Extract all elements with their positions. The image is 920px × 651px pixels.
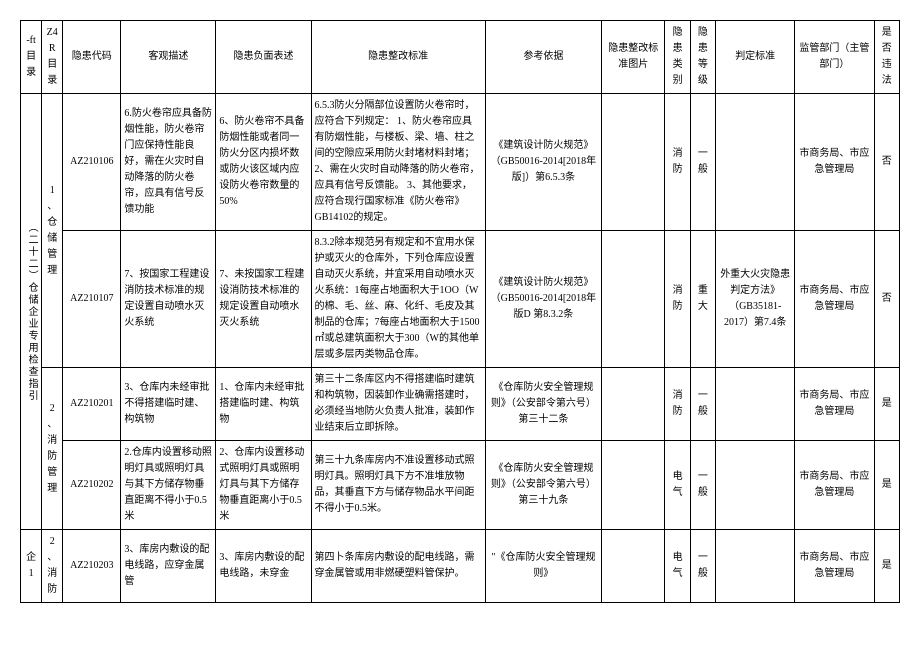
code-cell: AZ210106 <box>63 94 121 231</box>
header-col8: 隐患类别 <box>665 21 690 94</box>
img-cell <box>602 441 665 530</box>
section-label-1: 1、仓储管理 <box>42 94 63 368</box>
lvl-cell: 一般 <box>690 368 715 441</box>
header-col5: 隐患整改标准 <box>311 21 485 94</box>
table-row: （二十二）仓储企业专用检查指引 1、仓储管理 AZ210106 6.防火卷帘应具… <box>21 94 900 231</box>
cat-cell: 电气 <box>665 530 690 603</box>
judge-cell <box>716 530 795 603</box>
ref-cell: "《仓库防火安全管理规则》 <box>485 530 601 603</box>
code-cell: AZ210202 <box>63 441 121 530</box>
code-cell: AZ210107 <box>63 231 121 368</box>
header-col6: 参考依据 <box>485 21 601 94</box>
std-cell: 6.5.3防火分隔部位设置防火卷帘时，应符合下列规定： 1、防火卷帘应具有防烟性… <box>311 94 485 231</box>
header-row: -ft 目录 Z4R 目录 隐患代码 客观描述 隐患负面表述 隐患整改标准 参考… <box>21 21 900 94</box>
neg-cell: 7、未按国家工程建设消防技术标准的规定设置自动喷水灭火系统 <box>216 231 311 368</box>
std-cell: 第三十九条库房内不准设置移动式照明灯具。照明灯具下方不准堆放物品，其垂直下方与储… <box>311 441 485 530</box>
neg-cell: 1、仓库内未经审批搭建临时建、构筑物 <box>216 368 311 441</box>
header-col9: 隐患等级 <box>690 21 715 94</box>
inspection-table: -ft 目录 Z4R 目录 隐患代码 客观描述 隐患负面表述 隐患整改标准 参考… <box>20 20 900 603</box>
cat-cell: 消防 <box>665 231 690 368</box>
header-col2: 隐患代码 <box>63 21 121 94</box>
law-cell: 是 <box>874 368 899 441</box>
lvl-cell: 一般 <box>690 441 715 530</box>
header-col1: Z4R 目录 <box>42 21 63 94</box>
neg-cell: 6、防火卷帘不具备防烟性能或者同一防火分区内损坏数或防火该区域内应设防火卷帘数量… <box>216 94 311 231</box>
cat-cell: 电气 <box>665 441 690 530</box>
dept-cell: 市商务局、市应急管理局 <box>795 368 874 441</box>
judge-cell <box>716 368 795 441</box>
lvl-cell: 重大 <box>690 231 715 368</box>
ref-cell: 《仓库防火安全管理规则》（公安部令第六号）第三十二条 <box>485 368 601 441</box>
header-col4: 隐患负面表述 <box>216 21 311 94</box>
header-col12: 是否违法 <box>874 21 899 94</box>
desc-cell: 3、库房内敷设的配电线路，应穿金属管 <box>121 530 216 603</box>
img-cell <box>602 368 665 441</box>
neg-cell: 3、库房内敷设的配电线路，未穿金 <box>216 530 311 603</box>
law-cell: 是 <box>874 530 899 603</box>
law-cell: 是 <box>874 441 899 530</box>
ref-cell: 《建筑设计防火规范》（GB50016-2014[2018年版D 第8.3.2条 <box>485 231 601 368</box>
section-label-2: 2、消防管理 <box>42 368 63 530</box>
desc-cell: 3、仓库内未经审批不得搭建临时建、构筑物 <box>121 368 216 441</box>
img-cell <box>602 530 665 603</box>
cat-cell: 消防 <box>665 94 690 231</box>
dept-cell: 市商务局、市应急管理局 <box>795 94 874 231</box>
std-cell: 第四卜条库房内敷设的配电线路，需穿金属管或用非燃硬塑料管保护。 <box>311 530 485 603</box>
dept-cell: 市商务局、市应急管理局 <box>795 231 874 368</box>
neg-cell: 2、仓库内设置移动式照明灯具或照明灯具与其下方储存物垂直距离小于0.5米 <box>216 441 311 530</box>
header-col3: 客观描述 <box>121 21 216 94</box>
table-row: AZ210202 2.仓库内设置移动照明灯具或照明灯具与其下方储存物垂直距离不得… <box>21 441 900 530</box>
img-cell <box>602 94 665 231</box>
ref-cell: 《仓库防火安全管理规则》（公安部令第六号）第三十九条 <box>485 441 601 530</box>
table-row: 企1 2、消防 AZ210203 3、库房内敷设的配电线路，应穿金属管 3、库房… <box>21 530 900 603</box>
header-col10: 判定标准 <box>716 21 795 94</box>
header-col11: 监管部门（主管部门） <box>795 21 874 94</box>
left-category-label: （二十二）仓储企业专用检查指引 <box>21 94 42 530</box>
ref-cell: 《建筑设计防火规范》（GB50016-2014[2018年版]）第6.5.3条 <box>485 94 601 231</box>
lvl-cell: 一般 <box>690 94 715 231</box>
section-label-4: 2、消防 <box>42 530 63 603</box>
header-col0: -ft 目录 <box>21 21 42 94</box>
table-row: 2、消防管理 AZ210201 3、仓库内未经审批不得搭建临时建、构筑物 1、仓… <box>21 368 900 441</box>
cat-cell: 消防 <box>665 368 690 441</box>
law-cell: 否 <box>874 94 899 231</box>
section-label-3: 企1 <box>21 530 42 603</box>
lvl-cell: 一般 <box>690 530 715 603</box>
judge-cell <box>716 441 795 530</box>
code-cell: AZ210201 <box>63 368 121 441</box>
desc-cell: 6.防火卷帘应具备防烟性能，防火卷帘门应保持性能良好，需在火灾时自动降落的防火卷… <box>121 94 216 231</box>
dept-cell: 市商务局、市应急管理局 <box>795 441 874 530</box>
code-cell: AZ210203 <box>63 530 121 603</box>
table-row: AZ210107 7、按国家工程建设消防技术标准的规定设置自动喷水灭火系统 7、… <box>21 231 900 368</box>
dept-cell: 市商务局、市应急管理局 <box>795 530 874 603</box>
std-cell: 第三十二条库区内不得搭建临时建筑和构筑物，因装卸作业确需搭建时，必须经当地防火负… <box>311 368 485 441</box>
header-col7: 隐患整改标准图片 <box>602 21 665 94</box>
judge-cell <box>716 94 795 231</box>
judge-cell: 外重大火灾隐患判定方法》（GB35181-2017）第7.4条 <box>716 231 795 368</box>
desc-cell: 2.仓库内设置移动照明灯具或照明灯具与其下方储存物垂直距离不得小于0.5米 <box>121 441 216 530</box>
img-cell <box>602 231 665 368</box>
law-cell: 否 <box>874 231 899 368</box>
std-cell: 8.3.2除本规范另有规定和不宜用水保护或灭火的仓库外，下列仓库应设置自动灭火系… <box>311 231 485 368</box>
desc-cell: 7、按国家工程建设消防技术标准的规定设置自动喷水灭火系统 <box>121 231 216 368</box>
